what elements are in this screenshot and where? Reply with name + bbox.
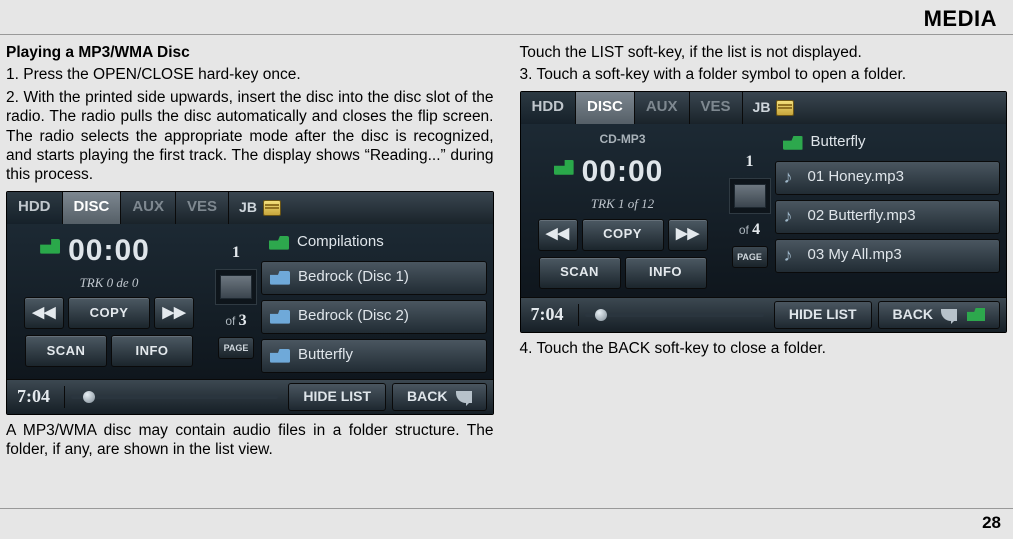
folder-icon [270,271,290,285]
folder-open-icon [783,136,803,150]
prev-button[interactable]: ◀◀ [24,297,64,329]
tab-disc[interactable]: DISC [576,92,635,124]
page-of-label: of [739,223,749,237]
progress-handle[interactable] [83,391,95,403]
right-column: Touch the LIST soft-key, if the list is … [520,43,1008,462]
prev-button[interactable]: ◀◀ [538,219,578,251]
tab-aux[interactable]: AUX [121,192,176,224]
back-arrow-icon [456,391,472,403]
left-column: Playing a MP3/WMA Disc 1. Press the OPEN… [6,43,494,462]
list-item[interactable]: Bedrock (Disc 1) [261,261,487,295]
page-button[interactable]: PAGE [732,246,768,268]
back-button-label: BACK [893,306,933,324]
folder-icon [270,310,290,324]
tab-ves[interactable]: VES [176,192,229,224]
list-item-label: Butterfly [298,346,353,365]
folder-icon [967,308,985,321]
jukebox-icon [776,100,794,116]
music-note-icon [784,169,800,187]
scan-button[interactable]: SCAN [539,257,621,289]
step-4: 4. Touch the BACK soft-key to close a fo… [520,339,1008,358]
list-item[interactable]: 01 Honey.mp3 [775,161,1001,195]
page-current: 1 [746,153,754,170]
tab-jukebox-label: JB [753,99,771,117]
current-folder-label: Butterfly [811,133,866,152]
next-button[interactable]: ▶▶ [668,219,708,251]
info-button[interactable]: INFO [111,335,193,367]
tab-hdd[interactable]: HDD [7,192,63,224]
page-current: 1 [232,244,240,261]
copy-button[interactable]: COPY [68,297,150,329]
back-button[interactable]: BACK [392,383,486,411]
folder-open-icon [269,236,289,250]
radio-panel-folders: HDD DISC AUX VES JB 00:00 TRK 0 de 0 ◀◀ … [6,191,494,415]
page-total: 4 [752,221,760,238]
back-button[interactable]: BACK [878,301,1000,329]
radio-panel-tracks: HDD DISC AUX VES JB CD-MP3 00:00 TRK 1 o… [520,91,1008,333]
disc-type-label: CD-MP3 [599,132,645,147]
list-item-label: 02 Butterfly.mp3 [808,207,916,226]
back-button-label: BACK [407,388,447,406]
elapsed-time: 00:00 [582,153,664,191]
list-item-label: Bedrock (Disc 2) [298,307,409,326]
next-button[interactable]: ▶▶ [154,297,194,329]
list-item[interactable]: 02 Butterfly.mp3 [775,200,1001,234]
list-item[interactable]: 03 My All.mp3 [775,239,1001,273]
progress-bar[interactable] [71,395,278,399]
hide-list-button[interactable]: HIDE LIST [288,383,386,411]
current-folder: Compilations [261,230,487,256]
source-tabs: HDD DISC AUX VES JB [7,192,493,224]
hide-list-button[interactable]: HIDE LIST [774,301,872,329]
list-item-label: Bedrock (Disc 1) [298,268,409,287]
track-indicator: TRK 0 de 0 [80,275,139,291]
track-indicator: TRK 1 of 12 [591,196,654,212]
header-rule [0,34,1013,35]
step-3: 3. Touch a soft-key with a folder symbol… [520,65,1008,84]
clock: 7:04 [7,385,64,408]
album-thumb [729,178,771,214]
clock: 7:04 [521,303,578,326]
elapsed-time: 00:00 [68,232,150,270]
music-note-icon [784,247,800,265]
progress-handle[interactable] [595,309,607,321]
progress-bar[interactable] [585,313,764,317]
music-note-icon [784,208,800,226]
album-thumb [215,269,257,305]
jukebox-icon [263,200,281,216]
tab-jukebox[interactable]: JB [743,99,805,117]
footer-rule [0,508,1013,509]
tab-ves[interactable]: VES [690,92,743,124]
page-button[interactable]: PAGE [218,337,254,359]
current-folder-label: Compilations [297,233,384,252]
list-item-label: 03 My All.mp3 [808,246,902,265]
list-item[interactable]: Butterfly [261,339,487,373]
info-button[interactable]: INFO [625,257,707,289]
tab-disc[interactable]: DISC [63,192,122,224]
step-1: 1. Press the OPEN/CLOSE hard-key once. [6,65,494,84]
copy-button[interactable]: COPY [582,219,664,251]
source-tabs: HDD DISC AUX VES JB [521,92,1007,124]
tab-jukebox-label: JB [239,199,257,217]
page-of-label: of [225,314,235,328]
page-header: MEDIA [0,0,1013,34]
folder-icon [270,349,290,363]
tab-aux[interactable]: AUX [635,92,690,124]
list-softkey-line: Touch the LIST soft-key, if the list is … [520,43,1008,62]
page-total: 3 [239,312,247,329]
tab-hdd[interactable]: HDD [521,92,577,124]
page-number: 28 [982,513,1001,533]
folder-note: A MP3/WMA disc may contain audio files i… [6,421,494,460]
section-title: Playing a MP3/WMA Disc [6,43,494,62]
tab-jukebox[interactable]: JB [229,199,291,217]
step-2: 2. With the printed side upwards, insert… [6,88,494,185]
back-arrow-icon [941,309,957,321]
list-item[interactable]: Bedrock (Disc 2) [261,300,487,334]
list-item-label: 01 Honey.mp3 [808,168,904,187]
scan-button[interactable]: SCAN [25,335,107,367]
current-folder: Butterfly [775,130,1001,156]
